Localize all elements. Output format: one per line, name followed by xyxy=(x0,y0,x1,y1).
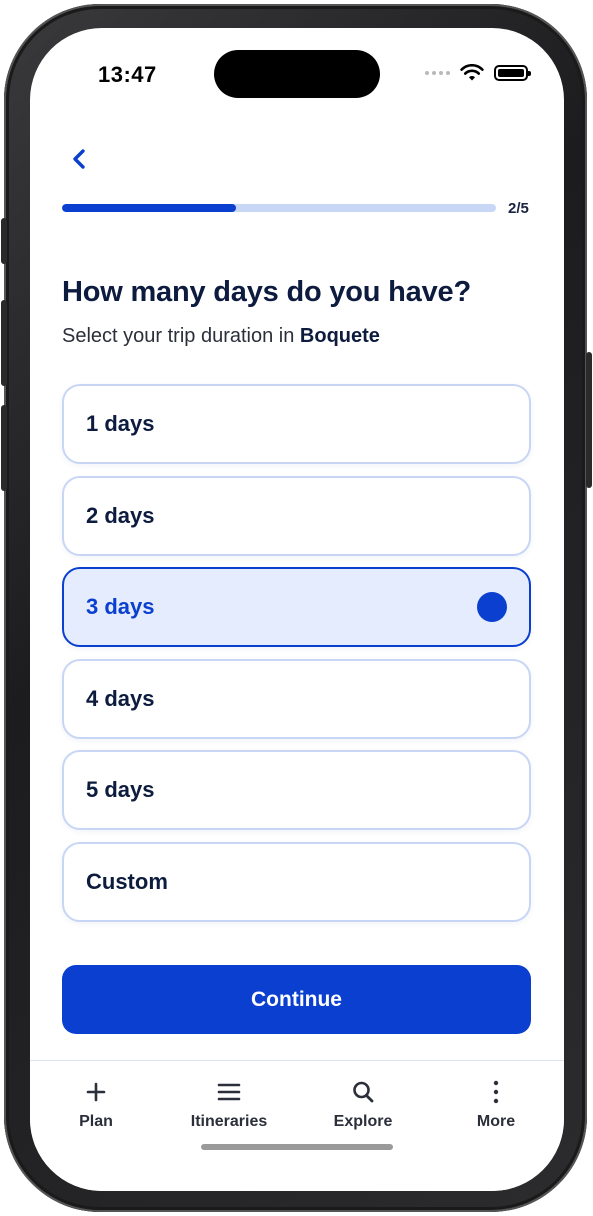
option-label: 5 days xyxy=(86,777,155,803)
duration-options: 1 days 2 days 3 days 4 days 5 days Custo… xyxy=(62,384,531,934)
back-button[interactable] xyxy=(64,144,94,174)
option-label: 3 days xyxy=(86,594,155,620)
duration-option-1-day[interactable]: 1 days xyxy=(62,384,531,464)
status-time: 13:47 xyxy=(98,62,157,87)
duration-option-3-days[interactable]: 3 days xyxy=(62,567,531,648)
tab-explore[interactable]: Explore xyxy=(308,1075,418,1131)
duration-option-2-days[interactable]: 2 days xyxy=(62,475,531,556)
silent-switch xyxy=(1,218,7,264)
duration-option-4-days[interactable]: 4 days xyxy=(62,658,531,739)
chevron-left-icon xyxy=(73,149,85,169)
option-label: Custom xyxy=(86,868,168,894)
subtitle-text: Select your trip duration in xyxy=(62,325,300,347)
tab-itineraries[interactable]: Itineraries xyxy=(174,1075,284,1131)
battery-icon xyxy=(494,65,531,81)
duration-option-5-days[interactable]: 5 days xyxy=(62,750,531,831)
bottom-tab-bar: Plan Itineraries Explore More xyxy=(30,1060,564,1191)
tab-label: More xyxy=(476,1113,516,1130)
destination-name: Boquete xyxy=(299,325,380,347)
tab-more[interactable]: More xyxy=(441,1075,551,1131)
dynamic-island xyxy=(214,50,380,98)
volume-down-button xyxy=(1,405,7,491)
page-subtitle: Select your trip duration in Boquete xyxy=(62,325,380,348)
option-label: 4 days xyxy=(86,685,155,711)
duration-option-custom[interactable]: Custom xyxy=(62,841,531,922)
progress-track xyxy=(62,204,496,212)
more-vertical-icon xyxy=(493,1080,499,1104)
tab-label: Explore xyxy=(333,1113,393,1130)
search-icon xyxy=(353,1081,374,1103)
tab-label: Plan xyxy=(79,1113,113,1130)
cellular-signal-icon xyxy=(425,71,450,75)
power-button xyxy=(586,352,592,488)
app-screen: 13:47 2/5 How many days do you have? Sel… xyxy=(30,28,564,1191)
page-title: How many days do you have? xyxy=(62,276,471,308)
menu-icon xyxy=(217,1083,241,1101)
option-label: 1 days xyxy=(86,411,155,436)
tab-plan[interactable]: Plan xyxy=(41,1075,151,1131)
progress-step-label: 2/5 xyxy=(508,199,529,217)
wifi-icon xyxy=(460,64,484,81)
tab-label: Itineraries xyxy=(190,1113,268,1130)
plus-icon xyxy=(86,1082,106,1102)
step-progress: 2/5 xyxy=(62,199,532,217)
home-indicator xyxy=(201,1144,393,1150)
continue-button[interactable]: Continue xyxy=(62,965,531,1034)
option-label: 2 days xyxy=(86,502,155,528)
status-indicators xyxy=(425,64,531,82)
volume-up-button xyxy=(1,300,7,386)
progress-fill xyxy=(62,204,236,212)
selected-radio-icon xyxy=(477,592,507,623)
